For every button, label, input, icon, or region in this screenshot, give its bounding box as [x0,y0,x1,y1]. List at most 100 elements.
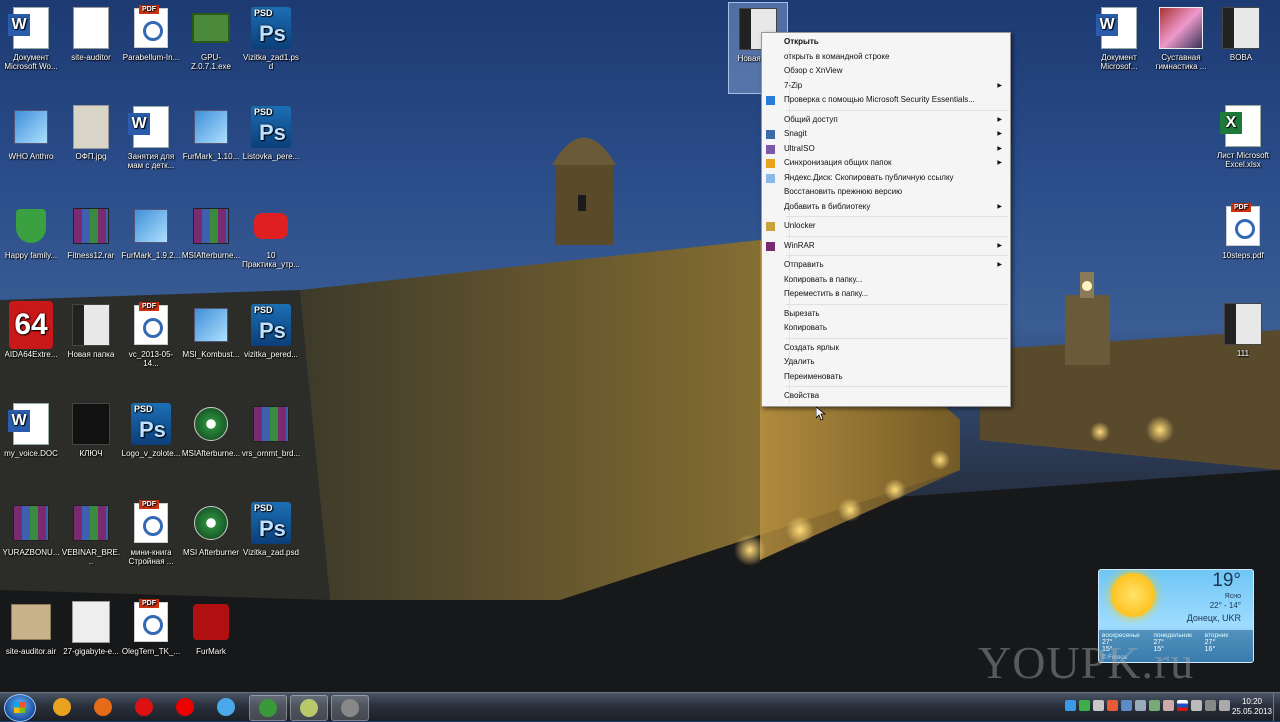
bluetooth-icon[interactable] [1121,700,1132,711]
desktop-icon[interactable]: VEBINAR_BRE... [62,497,120,587]
desktop-icon[interactable]: YURAZBONU... [2,497,60,587]
flag-icon[interactable] [1191,700,1202,711]
submenu-arrow-icon: ▶ [997,242,1002,249]
installer-icon [194,110,228,144]
pdf-icon [134,5,168,48]
context-menu-item[interactable]: Синхронизация общих папок ▶ [762,156,1010,171]
taskbar-app-button[interactable] [167,695,203,719]
context-menu-item[interactable]: Переименовать [762,370,1010,385]
desktop-icon[interactable]: vc_2013-05-14... [122,299,180,389]
desktop-icon[interactable]: PSD Ps Vizitka_zad1.psd [242,2,300,92]
taskbar-app-button[interactable] [208,695,244,719]
taskbar-app-button[interactable] [331,695,369,721]
ultraiso-icon [766,144,775,154]
desktop-icon[interactable]: Лист Microsoft Excel.xlsx [1214,100,1272,190]
desktop-icon[interactable]: MSIAfterburne... [182,200,240,290]
usb-icon[interactable] [1093,700,1104,711]
context-menu-item[interactable]: WinRAR ▶ [762,239,1010,254]
desktop-icon[interactable]: 64 AIDA64Extre... [2,299,60,389]
desktop-icon[interactable]: Fitness12.rar [62,200,120,290]
language-icon[interactable] [1177,700,1188,711]
context-menu-item[interactable]: Отправить ▶ [762,258,1010,273]
desktop-icon[interactable]: Документ Microsoft Wo... [2,2,60,92]
desktop-icon[interactable]: 111 [1214,298,1272,388]
desktop-icon[interactable]: Parabellum-In... [122,2,180,92]
desktop-icon[interactable]: PSD Ps Logo_v_zolote... [122,398,180,488]
network-icon[interactable] [1065,700,1076,711]
context-menu-item[interactable]: Свойства [762,389,1010,404]
desktop-icon[interactable]: OlegTern_TK_... [122,596,180,686]
taskbar-app-button[interactable] [249,695,287,721]
taskbar-app-button[interactable] [126,695,162,719]
context-menu-item[interactable]: Обзор с XnView [762,64,1010,79]
taskbar-app-button[interactable] [44,695,80,719]
context-menu-item[interactable]: Unlocker [762,219,1010,234]
menu-separator [786,337,1008,339]
volume-icon[interactable] [1135,700,1146,711]
desktop-icon[interactable]: MSIAfterburne... [182,398,240,488]
clock[interactable]: 10:20 25.05.2013 [1232,697,1272,717]
context-menu-item[interactable]: Яндекс.Диск: Скопировать публичную ссылк… [762,171,1010,186]
desktop-icon[interactable]: PSD Ps vizitka_pered... [242,299,300,389]
image-file-icon [73,105,109,149]
desktop-icon[interactable]: Новая папка [62,299,120,389]
context-menu-item[interactable]: Восстановить прежнюю версию [762,185,1010,200]
context-menu-item[interactable]: Вырезать [762,307,1010,322]
desktop-icon[interactable]: Документ Microsof... [1090,2,1148,92]
desktop-icon[interactable]: site-auditor.air [2,596,60,686]
keyboard-icon[interactable] [1163,700,1174,711]
desktop-icon-label: 111 [1236,349,1250,358]
desktop-icon[interactable]: WHO Anthro [2,101,60,191]
menu-item-label: WinRAR [784,240,815,250]
desktop-icon[interactable]: 27-gigabyte-e... [62,596,120,686]
context-menu-item[interactable]: Создать ярлык [762,341,1010,356]
update-icon[interactable] [1079,700,1090,711]
desktop-icon[interactable]: FurMark_1.9.2... [122,200,180,290]
desktop-icon[interactable]: Happy family... [2,200,60,290]
power-icon[interactable] [1149,700,1160,711]
desktop-icon[interactable]: мини-книга Стройная ... [122,497,180,587]
context-menu-item[interactable]: Общий доступ ▶ [762,113,1010,128]
context-menu-item[interactable]: Snagit ▶ [762,127,1010,142]
antivirus-icon[interactable] [1107,700,1118,711]
context-menu-item[interactable]: Переместить в папку... [762,287,1010,302]
desktop-icon[interactable]: PSD Ps Vizitka_zad.psd [242,497,300,587]
taskbar-app-button[interactable] [290,695,328,721]
context-menu-item[interactable]: Удалить [762,355,1010,370]
taskbar-app-button[interactable] [85,695,121,719]
context-menu-item[interactable]: Копировать в папку... [762,273,1010,288]
yandex-browser-icon [176,698,194,716]
cursor-file-icon [73,7,109,49]
context-menu-item[interactable]: Копировать [762,321,1010,336]
context-menu-item[interactable]: 7-Zip ▶ [762,79,1010,94]
desktop-icon[interactable]: FurMark_1.10... [182,101,240,191]
desktop-icon[interactable]: 10steps.pdf [1214,200,1272,290]
desktop-icon[interactable]: PSD Ps Listovka_pere... [242,101,300,191]
speaker-icon[interactable] [1219,700,1230,711]
desktop-icon[interactable]: 10 Практика_утр... [242,200,300,290]
desktop-icon[interactable]: site-auditor [62,2,120,92]
start-button[interactable] [4,694,36,722]
desktop-icon[interactable]: ОФП.jpg [62,101,120,191]
desktop-icon[interactable]: MSI_Kombust... [182,299,240,389]
context-menu-item[interactable]: Добавить в библиотеку ▶ [762,200,1010,215]
context-menu-item[interactable]: открыть в командной строке [762,50,1010,65]
display-icon[interactable] [1205,700,1216,711]
desktop-icon[interactable]: Суставная гимнастика ... [1152,2,1210,92]
desktop-icon[interactable]: GPU-Z.0.7.1.exe [182,2,240,92]
desktop-icon[interactable]: КЛЮЧ [62,398,120,488]
desktop-icon[interactable]: my_voice.DOC [2,398,60,488]
desktop-icon[interactable]: MSI Afterburner [182,497,240,587]
menu-item-label: Переименовать [784,371,843,381]
context-menu-item[interactable]: UltraISO ▶ [762,142,1010,157]
show-desktop-button[interactable] [1273,693,1280,721]
context-menu-item[interactable]: Открыть [762,35,1010,50]
desktop-icon[interactable]: FurMark [182,596,240,686]
desktop-icon[interactable]: BOBA [1212,2,1270,92]
desktop-icon-label: Logo_v_zolote... [121,449,181,458]
desktop-icon[interactable]: vrs_ornmt_brd... [242,398,300,488]
aida64-icon: 64 [9,301,53,349]
desktop-icon-label: Vizitka_zad.psd [243,548,299,557]
context-menu-item[interactable]: Проверка с помощью Microsoft Security Es… [762,93,1010,108]
desktop-icon[interactable]: Занятия для мам с детк... [122,101,180,191]
